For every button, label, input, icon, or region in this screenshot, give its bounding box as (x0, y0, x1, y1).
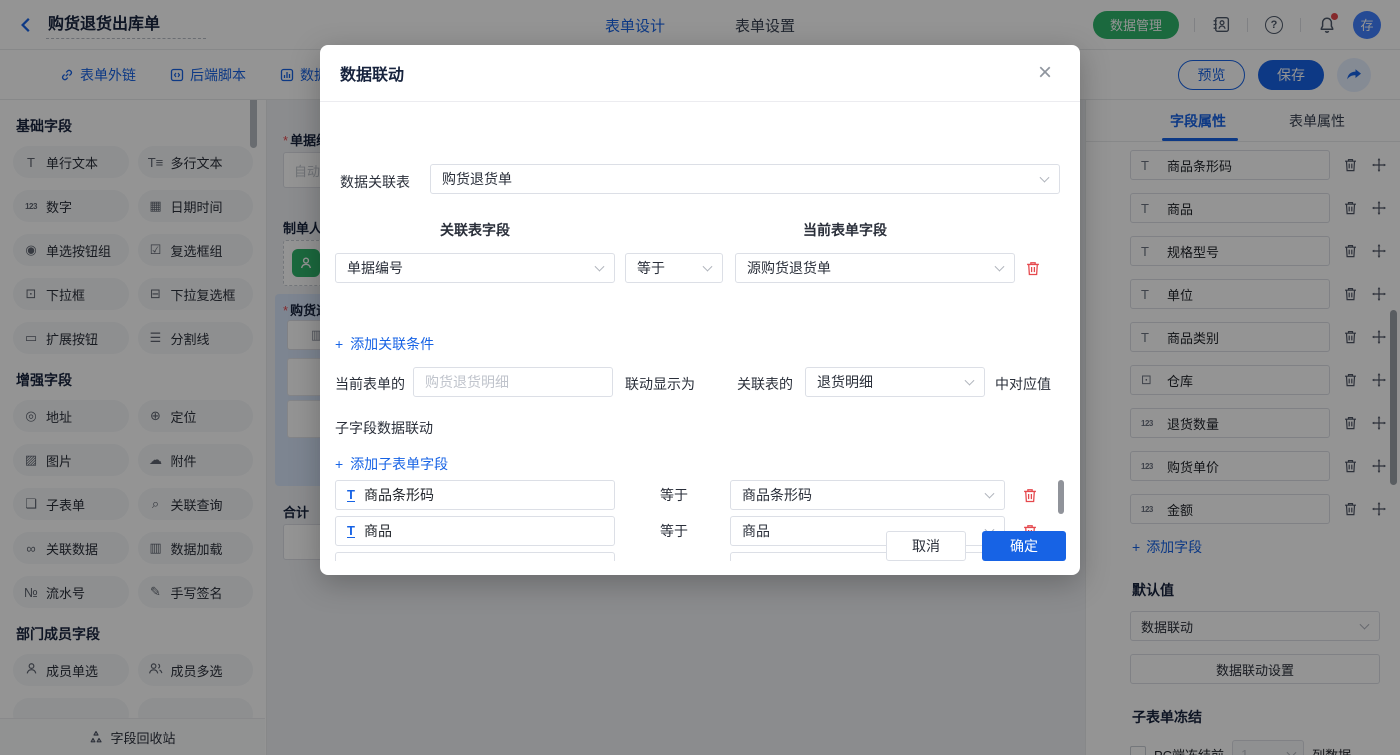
condition-field-value: 单据编号 (347, 258, 403, 278)
modal-scrollbar[interactable] (1058, 480, 1064, 514)
map-suffix-label: 中对应值 (995, 374, 1051, 394)
chevron-down-icon (595, 262, 605, 272)
equals-label: 等于 (660, 521, 688, 541)
data-linkage-modal: 数据联动 × 数据关联表 购货退货单 关联表字段 当前表单字段 单据编号 等于 … (320, 45, 1080, 575)
confirm-button[interactable]: 确定 (982, 531, 1066, 561)
condition-operator-value: 等于 (637, 258, 665, 278)
subfield-source-box[interactable]: T 商品 (335, 516, 615, 546)
current-subform-input[interactable]: 购货退货明细 (413, 367, 613, 397)
chevron-down-icon (965, 376, 975, 386)
subfield-target-value: 商品条形码 (742, 485, 812, 505)
current-subform-value: 购货退货明细 (425, 372, 509, 392)
condition-target-value: 源购货退货单 (747, 258, 831, 278)
plus-icon: + (335, 456, 343, 472)
related-subform-select[interactable]: 退货明细 (805, 367, 985, 397)
cancel-button[interactable]: 取消 (886, 531, 966, 561)
plus-icon: + (335, 336, 343, 352)
relation-table-label: 数据关联表 (340, 172, 410, 192)
map-prefix-label: 当前表单的 (335, 374, 405, 394)
text-icon: T (347, 524, 355, 539)
condition-operator-select[interactable]: 等于 (625, 253, 723, 283)
subfield-source-box[interactable] (335, 552, 615, 561)
condition-target-select[interactable]: 源购货退货单 (735, 253, 1015, 283)
subfield-source-label: 商品条形码 (364, 485, 434, 505)
delete-condition-icon[interactable] (1026, 261, 1040, 276)
subfield-target-value: 商品 (742, 521, 770, 541)
chevron-down-icon (1040, 173, 1050, 183)
condition-field-select[interactable]: 单据编号 (335, 253, 615, 283)
add-condition-link[interactable]: + 添加关联条件 (335, 334, 434, 354)
relation-table-select[interactable]: 购货退货单 (430, 164, 1060, 194)
add-subfield-link[interactable]: + 添加子表单字段 (335, 454, 448, 474)
subfield-section-title: 子字段数据联动 (335, 418, 433, 438)
modal-title: 数据联动 (340, 61, 404, 85)
subfield-source-label: 商品 (364, 521, 392, 541)
chevron-down-icon (985, 489, 995, 499)
relation-table-value: 购货退货单 (442, 169, 512, 189)
map-show-label: 联动显示为 (625, 374, 695, 394)
add-condition-label: 添加关联条件 (350, 334, 434, 354)
map-related-label: 关联表的 (737, 374, 793, 394)
column-header-right: 当前表单字段 (705, 220, 985, 240)
add-subfield-label: 添加子表单字段 (350, 454, 448, 474)
delete-subfield-icon[interactable] (1023, 488, 1037, 503)
subfield-target-select[interactable]: 商品条形码 (730, 480, 1005, 510)
chevron-down-icon (995, 262, 1005, 272)
column-header-left: 关联表字段 (335, 220, 615, 240)
text-icon: T (347, 488, 355, 503)
related-subform-value: 退货明细 (817, 372, 873, 392)
equals-label: 等于 (660, 485, 688, 505)
subfield-row: T 商品条形码 等于 商品条形码 (320, 480, 1060, 510)
close-icon[interactable]: × (1038, 61, 1052, 85)
subfield-source-box[interactable]: T 商品条形码 (335, 480, 615, 510)
chevron-down-icon (703, 262, 713, 272)
